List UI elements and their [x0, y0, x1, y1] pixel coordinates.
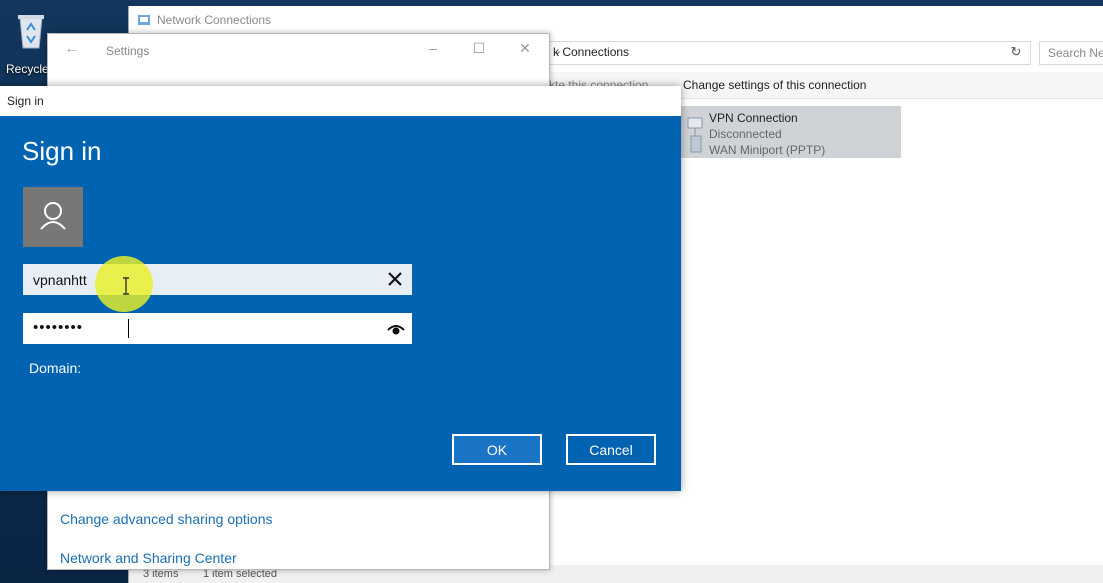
network-window-title: Network Connections: [157, 13, 272, 27]
change-advanced-sharing-link[interactable]: Change advanced sharing options: [60, 511, 273, 527]
domain-label: Domain:: [29, 360, 82, 376]
chevron-down-icon[interactable]: ⌄: [553, 44, 1024, 57]
reveal-password-icon[interactable]: [386, 320, 406, 338]
vpn-name: VPN Connection: [709, 111, 798, 125]
user-icon: [40, 202, 66, 230]
search-input[interactable]: Search Net: [1039, 41, 1103, 65]
username-value: vpnanhtt: [33, 272, 87, 288]
avatar: [23, 187, 83, 247]
recycle-bin-icon: [18, 15, 44, 49]
change-settings-command[interactable]: Change settings of this connection: [683, 78, 866, 92]
clear-icon[interactable]: [385, 269, 405, 289]
back-arrow-icon[interactable]: ←: [64, 40, 80, 58]
minimize-icon[interactable]: –: [423, 40, 443, 56]
text-caret: [128, 319, 129, 338]
ok-button[interactable]: OK: [452, 434, 542, 465]
text-cursor-icon: [123, 277, 129, 295]
close-icon[interactable]: ✕: [515, 40, 535, 57]
cancel-button[interactable]: Cancel: [566, 434, 656, 465]
settings-title: Settings: [106, 44, 150, 58]
refresh-icon[interactable]: ↻: [1007, 41, 1025, 63]
password-value: ••••••••: [33, 319, 84, 336]
sign-in-titlebar: Sign in: [0, 86, 681, 116]
network-window-titlebar: Network Connections: [129, 6, 1103, 34]
network-sharing-center-link[interactable]: Network and Sharing Center: [60, 550, 237, 566]
vpn-connection-item[interactable]: VPN Connection Disconnected WAN Miniport…: [679, 106, 901, 158]
network-folder-icon: [138, 15, 150, 25]
recycle-bin-label: Recycle: [6, 62, 49, 76]
password-field[interactable]: ••••••••: [23, 313, 412, 344]
sign-in-dialog: Sign in Sign in vpnanhtt •••••••• Domain…: [0, 86, 681, 491]
maximize-icon[interactable]: ☐: [469, 40, 489, 57]
vpn-status: Disconnected: [709, 127, 782, 141]
sign-in-window-title: Sign in: [7, 94, 44, 108]
username-field[interactable]: vpnanhtt: [23, 264, 412, 295]
vpn-connection-icon: [687, 117, 703, 153]
vpn-device: WAN Miniport (PPTP): [709, 143, 826, 157]
sign-in-heading: Sign in: [22, 136, 102, 166]
